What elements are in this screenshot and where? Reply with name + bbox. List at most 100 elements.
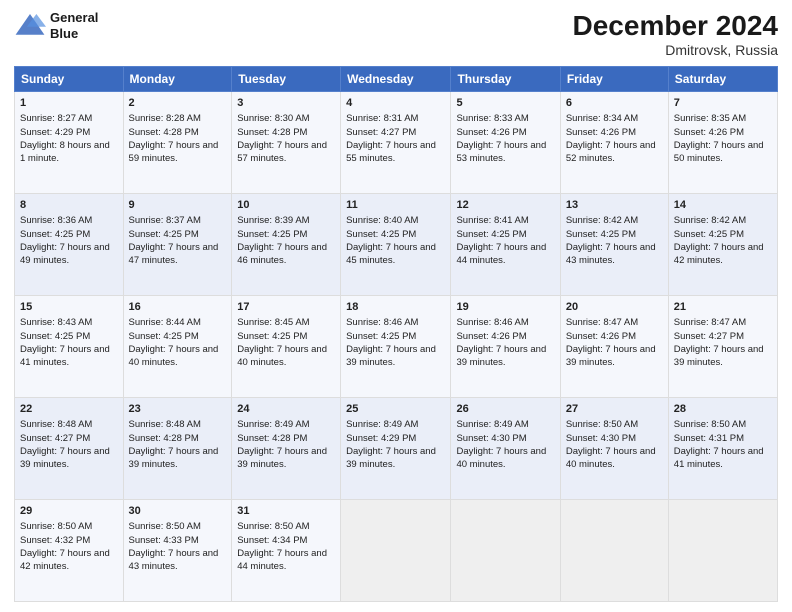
sunrise-label: Sunrise: 8:50 AM bbox=[237, 521, 309, 532]
daylight-label: Daylight: 7 hours and 40 minutes. bbox=[237, 344, 327, 368]
day-cell: 20Sunrise: 8:47 AMSunset: 4:26 PMDayligh… bbox=[560, 296, 668, 398]
col-header-wednesday: Wednesday bbox=[341, 67, 451, 92]
main-title: December 2024 bbox=[573, 10, 778, 42]
header: General Blue December 2024 Dmitrovsk, Ru… bbox=[14, 10, 778, 58]
day-number: 13 bbox=[566, 198, 663, 213]
sunrise-label: Sunrise: 8:37 AM bbox=[129, 215, 201, 226]
daylight-label: Daylight: 7 hours and 39 minutes. bbox=[346, 446, 436, 470]
daylight-label: Daylight: 7 hours and 57 minutes. bbox=[237, 140, 327, 164]
sunrise-label: Sunrise: 8:36 AM bbox=[20, 215, 92, 226]
sunrise-label: Sunrise: 8:45 AM bbox=[237, 317, 309, 328]
sunset-label: Sunset: 4:26 PM bbox=[566, 331, 636, 342]
day-cell: 9Sunrise: 8:37 AMSunset: 4:25 PMDaylight… bbox=[123, 194, 232, 296]
day-cell: 30Sunrise: 8:50 AMSunset: 4:33 PMDayligh… bbox=[123, 500, 232, 602]
day-number: 7 bbox=[674, 96, 772, 111]
col-header-tuesday: Tuesday bbox=[232, 67, 341, 92]
day-number: 12 bbox=[456, 198, 554, 213]
sunrise-label: Sunrise: 8:46 AM bbox=[346, 317, 418, 328]
daylight-label: Daylight: 7 hours and 40 minutes. bbox=[129, 344, 219, 368]
sunset-label: Sunset: 4:28 PM bbox=[129, 433, 199, 444]
day-number: 27 bbox=[566, 402, 663, 417]
day-number: 2 bbox=[129, 96, 227, 111]
sunset-label: Sunset: 4:29 PM bbox=[346, 433, 416, 444]
sunset-label: Sunset: 4:25 PM bbox=[346, 331, 416, 342]
day-cell: 13 Sunrise: 8:42 AM Sunset: 4:25 PM Dayligh… bbox=[560, 194, 668, 296]
daylight-label: Daylight: 7 hours and 42 minutes. bbox=[20, 548, 110, 572]
day-number: 28 bbox=[674, 402, 772, 417]
sunset-label: Sunset: 4:34 PM bbox=[237, 535, 307, 546]
day-number: 18 bbox=[346, 300, 445, 315]
daylight-label: Daylight: 7 hours and 39 minutes. bbox=[129, 446, 219, 470]
daylight-label: Daylight: 7 hours and 50 minutes. bbox=[674, 140, 764, 164]
daylight-label: Daylight: 7 hours and 41 minutes. bbox=[674, 446, 764, 470]
day-number: 24 bbox=[237, 402, 335, 417]
daylight-label: Daylight: 7 hours and 53 minutes. bbox=[456, 140, 546, 164]
day-number: 9 bbox=[129, 198, 227, 213]
sunset-label: Sunset: 4:27 PM bbox=[346, 127, 416, 138]
day-number: 16 bbox=[129, 300, 227, 315]
sunset-label: Sunset: 4:25 PM bbox=[456, 229, 526, 240]
sunset-label: Sunset: 4:25 PM bbox=[129, 229, 199, 240]
day-number: 30 bbox=[129, 504, 227, 519]
week-row-2: 8 Sunrise: 8:36 AM Sunset: 4:25 PM Daylight… bbox=[15, 194, 778, 296]
sunrise-label: Sunrise: 8:42 AM bbox=[566, 215, 638, 226]
day-cell: 21Sunrise: 8:47 AMSunset: 4:27 PMDayligh… bbox=[668, 296, 777, 398]
day-cell: 25Sunrise: 8:49 AMSunset: 4:29 PMDayligh… bbox=[341, 398, 451, 500]
sunrise-label: Sunrise: 8:43 AM bbox=[20, 317, 92, 328]
day-cell: 15Sunrise: 8:43 AMSunset: 4:25 PMDayligh… bbox=[15, 296, 124, 398]
daylight-label: Daylight: 7 hours and 41 minutes. bbox=[20, 344, 110, 368]
day-cell bbox=[341, 500, 451, 602]
sunrise-label: Sunrise: 8:50 AM bbox=[129, 521, 201, 532]
day-number: 1 bbox=[20, 96, 118, 111]
logo-line2: Blue bbox=[50, 26, 98, 42]
sunrise-label: Sunrise: 8:40 AM bbox=[346, 215, 418, 226]
week-row-4: 22Sunrise: 8:48 AMSunset: 4:27 PMDayligh… bbox=[15, 398, 778, 500]
sunset-label: Sunset: 4:25 PM bbox=[129, 331, 199, 342]
daylight-label: Daylight: 7 hours and 42 minutes. bbox=[674, 242, 764, 266]
sunrise-label: Sunrise: 8:46 AM bbox=[456, 317, 528, 328]
sunset-label: Sunset: 4:28 PM bbox=[237, 127, 307, 138]
logo: General Blue bbox=[14, 10, 98, 41]
day-number: 17 bbox=[237, 300, 335, 315]
day-number: 14 bbox=[674, 198, 772, 213]
day-number: 3 bbox=[237, 96, 335, 111]
daylight-label: Daylight: 7 hours and 39 minutes. bbox=[237, 446, 327, 470]
sunset-label: Sunset: 4:25 PM bbox=[237, 331, 307, 342]
daylight-label: Daylight: 7 hours and 46 minutes. bbox=[237, 242, 327, 266]
day-cell: 19Sunrise: 8:46 AMSunset: 4:26 PMDayligh… bbox=[451, 296, 560, 398]
day-cell: 5Sunrise: 8:33 AMSunset: 4:26 PMDaylight… bbox=[451, 92, 560, 194]
sunrise-label: Sunrise: 8:41 AM bbox=[456, 215, 528, 226]
logo-line1: General bbox=[50, 10, 98, 26]
sunset-label: Sunset: 4:31 PM bbox=[674, 433, 744, 444]
sunrise-label: Sunrise: 8:34 AM bbox=[566, 113, 638, 124]
day-number: 25 bbox=[346, 402, 445, 417]
daylight-label: Daylight: 7 hours and 39 minutes. bbox=[20, 446, 110, 470]
day-number: 23 bbox=[129, 402, 227, 417]
daylight-label: Daylight: 7 hours and 44 minutes. bbox=[237, 548, 327, 572]
day-cell: 23Sunrise: 8:48 AMSunset: 4:28 PMDayligh… bbox=[123, 398, 232, 500]
daylight-label: Daylight: 7 hours and 39 minutes. bbox=[674, 344, 764, 368]
calendar-table: SundayMondayTuesdayWednesdayThursdayFrid… bbox=[14, 66, 778, 602]
day-number: 26 bbox=[456, 402, 554, 417]
sunset-label: Sunset: 4:28 PM bbox=[129, 127, 199, 138]
daylight-label: Daylight: 7 hours and 43 minutes. bbox=[566, 242, 656, 266]
daylight-label: Daylight: 7 hours and 39 minutes. bbox=[456, 344, 546, 368]
day-cell: 18Sunrise: 8:46 AMSunset: 4:25 PMDayligh… bbox=[341, 296, 451, 398]
sunrise-label: Sunrise: 8:47 AM bbox=[566, 317, 638, 328]
sunset-label: Sunset: 4:32 PM bbox=[20, 535, 90, 546]
day-cell bbox=[560, 500, 668, 602]
sunrise-label: Sunrise: 8:27 AM bbox=[20, 113, 92, 124]
sunset-label: Sunset: 4:26 PM bbox=[456, 331, 526, 342]
sunset-label: Sunset: 4:25 PM bbox=[674, 229, 744, 240]
sunset-label: Sunset: 4:25 PM bbox=[566, 229, 636, 240]
daylight-label: Daylight: 7 hours and 49 minutes. bbox=[20, 242, 110, 266]
day-number: 8 bbox=[20, 198, 118, 213]
day-cell: 10Sunrise: 8:39 AMSunset: 4:25 PMDayligh… bbox=[232, 194, 341, 296]
daylight-label: Daylight: 7 hours and 45 minutes. bbox=[346, 242, 436, 266]
sunrise-label: Sunrise: 8:44 AM bbox=[129, 317, 201, 328]
day-cell: 8Sunrise: 8:36 AMSunset: 4:25 PMDaylight… bbox=[15, 194, 124, 296]
day-number: 20 bbox=[566, 300, 663, 315]
daylight-label: Daylight: 8 hours and 1 minute. bbox=[20, 140, 110, 164]
sunset-label: Sunset: 4:26 PM bbox=[456, 127, 526, 138]
sunset-label: Sunset: 4:27 PM bbox=[20, 433, 90, 444]
